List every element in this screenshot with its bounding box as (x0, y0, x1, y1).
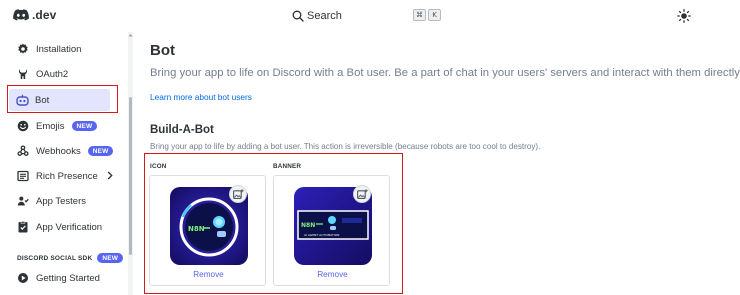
search-icon (292, 10, 304, 22)
main-content: Bot Bring your app to life on Discord wi… (136, 32, 740, 295)
sidebar: Installation OAuth2 Bot Emojis NEW Webho… (0, 32, 136, 295)
sidebar-item-label: App Verification (36, 221, 103, 233)
sun-icon (677, 9, 691, 23)
sidebar-item-label: Webhooks (36, 145, 81, 157)
sidebar-item-webhooks[interactable]: Webhooks NEW (10, 140, 128, 162)
rich-presence-icon (16, 169, 30, 183)
webhooks-icon (16, 144, 30, 158)
learn-more-link[interactable]: Learn more about bot users (150, 92, 252, 102)
sidebar-item-app-verification[interactable]: App Verification (10, 216, 128, 238)
search-label: Search (307, 10, 342, 22)
icon-label: ICON (150, 163, 167, 170)
sidebar-item-label: Getting Started (36, 272, 100, 284)
svg-text:N8N: N8N (188, 225, 205, 233)
new-badge: NEW (71, 121, 98, 131)
kbd-k: K (428, 9, 441, 21)
top-bar: .dev Search ⌘ K (0, 0, 740, 32)
sidebar-item-label: Rich Presence (36, 170, 98, 182)
kbd-command: ⌘ (413, 9, 426, 21)
section-label-social-sdk: DISCORD SOCIAL SDK NEW (17, 253, 124, 263)
image-add-icon (232, 188, 244, 199)
scroll-up-arrow-icon[interactable] (128, 32, 133, 38)
sidebar-item-oauth2[interactable]: OAuth2 (10, 63, 128, 85)
sidebar-item-label: OAuth2 (36, 68, 69, 80)
banner-upload-card[interactable]: N8N AI AGENT AUTOMATION Remove (273, 175, 390, 286)
icon-upload-card[interactable]: N8N Remove (149, 175, 266, 286)
edit-icon-button[interactable] (229, 185, 247, 203)
sidebar-item-label: Emojis (36, 120, 65, 132)
sidebar-item-rich-presence[interactable]: Rich Presence (10, 165, 128, 187)
banner-label: BANNER (273, 163, 302, 170)
theme-toggle-button[interactable] (677, 9, 691, 23)
new-badge: NEW (97, 253, 124, 263)
sidebar-item-getting-started[interactable]: Getting Started (10, 267, 128, 289)
wrench-icon (16, 67, 30, 81)
sidebar-item-installation[interactable]: Installation (10, 38, 128, 60)
testers-icon (16, 194, 30, 208)
section-label-text: DISCORD SOCIAL SDK (17, 254, 93, 262)
discord-logo-icon (13, 9, 29, 21)
edit-banner-button[interactable] (353, 185, 371, 203)
remove-banner-link[interactable]: Remove (274, 270, 391, 279)
sidebar-item-label: App Testers (36, 195, 86, 207)
gear-icon (16, 42, 30, 56)
page-title: Bot (150, 42, 175, 59)
sidebar-scrollbar-thumb[interactable] (129, 97, 132, 255)
chevron-right-icon (107, 171, 113, 182)
page-description: Bring your app to life on Discord with a… (150, 67, 740, 79)
section-description: Bring your app to life by adding a bot u… (150, 142, 541, 151)
sidebar-item-app-testers[interactable]: App Testers (10, 190, 128, 212)
banner-caption: AI AGENT AUTOMATION (304, 233, 339, 237)
svg-text:N8N: N8N (301, 222, 315, 229)
remove-icon-link[interactable]: Remove (150, 270, 267, 279)
sidebar-item-emojis[interactable]: Emojis NEW (10, 115, 128, 137)
getting-started-icon (16, 271, 30, 285)
verification-icon (16, 220, 30, 234)
emoji-icon (16, 119, 30, 133)
logo-text: .dev (32, 8, 57, 22)
search-shortcut: ⌘ K (413, 9, 441, 21)
new-badge: NEW (87, 146, 114, 156)
highlight-box-bot (7, 85, 118, 113)
section-title-build-a-bot: Build-A-Bot (150, 124, 214, 136)
image-add-icon (356, 188, 368, 199)
discord-dev-logo[interactable]: .dev (13, 8, 56, 22)
sidebar-item-label: Installation (36, 43, 82, 55)
